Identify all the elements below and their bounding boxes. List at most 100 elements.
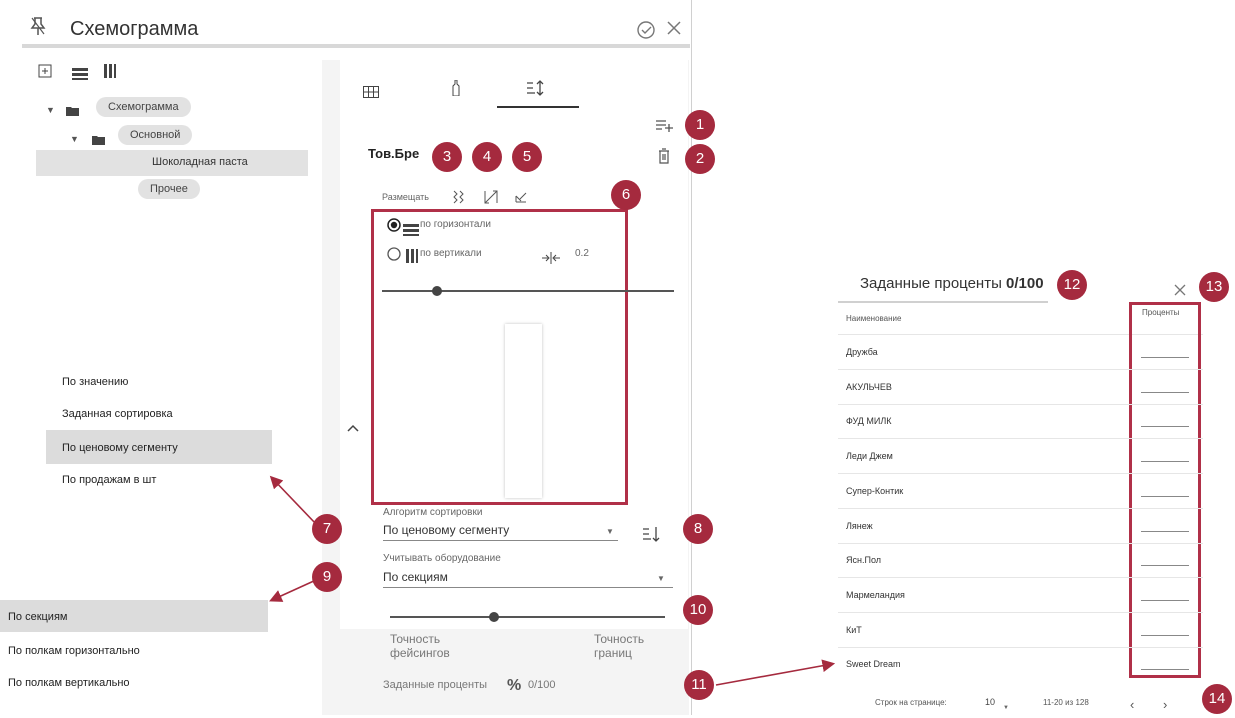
placement-cross-icon[interactable] xyxy=(483,188,499,208)
callout-badge-1: 1 xyxy=(685,110,715,140)
check-circle-icon[interactable] xyxy=(636,20,656,44)
sort-algo-label: Алгоритм сортировки xyxy=(383,507,483,518)
sort-menu-item[interactable]: По продажам в шт xyxy=(62,474,156,486)
chevron-right-icon[interactable]: › xyxy=(1163,695,1167,715)
table-row-divider xyxy=(838,404,1203,405)
radio-horizontal-label: по горизонтали xyxy=(420,219,491,230)
pct-input[interactable] xyxy=(1141,531,1189,532)
callout-badge-7: 7 xyxy=(312,514,342,544)
accuracy-slider-knob[interactable] xyxy=(489,612,499,622)
tree-node[interactable]: Основной xyxy=(118,125,193,145)
equip-menu-item[interactable]: По секциям xyxy=(8,611,67,623)
rows-icon xyxy=(403,220,419,240)
tree-node[interactable]: Прочее xyxy=(138,179,200,199)
active-tab-indicator xyxy=(497,106,579,108)
table-row-divider xyxy=(838,612,1203,613)
folder-icon xyxy=(66,100,79,120)
callout-badge-10: 10 xyxy=(683,595,713,625)
table-row-name: Леди Джем xyxy=(846,451,893,461)
close-icon[interactable] xyxy=(1174,280,1186,300)
table-row-name: Супер-Контик xyxy=(846,486,904,496)
bottle-icon[interactable] xyxy=(452,79,460,100)
equip-underline xyxy=(383,587,673,588)
pct-value: 0/100 xyxy=(528,679,556,691)
add-box-icon[interactable] xyxy=(38,62,52,82)
dropdown-arrow-icon[interactable]: ▼ xyxy=(1003,698,1009,718)
pct-input[interactable] xyxy=(1141,669,1189,670)
dialog-title: Заданные проценты 0/100 xyxy=(860,275,1044,292)
callout-badge-3: 3 xyxy=(432,142,462,172)
table-row-divider xyxy=(838,369,1203,370)
placement-return-icon[interactable] xyxy=(514,188,528,208)
sort-menu-item[interactable]: По ценовому сегменту xyxy=(62,442,178,454)
equip-menu-item[interactable]: По полкам горизонтально xyxy=(8,645,140,657)
equip-value[interactable]: По секциям xyxy=(383,570,448,584)
table-row-divider xyxy=(838,508,1203,509)
gap-value: 0.2 xyxy=(575,248,589,259)
rows-per-page-select[interactable]: 10 xyxy=(985,697,995,707)
pct-input[interactable] xyxy=(1141,600,1189,601)
table-row-name: Ясн.Пол xyxy=(846,555,881,565)
pct-input[interactable] xyxy=(1141,635,1189,636)
rows-icon[interactable] xyxy=(72,64,88,84)
dropdown-arrow-icon[interactable]: ▼ xyxy=(606,522,614,542)
sort-menu-item[interactable]: Заданная сортировка xyxy=(62,408,173,420)
pin-icon[interactable] xyxy=(30,16,46,40)
close-icon[interactable] xyxy=(666,20,682,40)
grid-icon[interactable] xyxy=(363,82,379,102)
sort-algo-value[interactable]: По ценовому сегменту xyxy=(383,523,509,537)
radio-vertical-label: по вертикали xyxy=(420,248,482,259)
placement-zigzag-icon[interactable] xyxy=(452,188,466,208)
table-row-name: ФУД МИЛК xyxy=(846,416,892,426)
callout-badge-14: 14 xyxy=(1202,684,1232,714)
tree-node[interactable]: Схемограмма xyxy=(96,97,191,117)
equip-menu-item[interactable]: По полкам вертикально xyxy=(8,677,130,689)
table-row-divider xyxy=(838,473,1203,474)
callout-badge-5: 5 xyxy=(512,142,542,172)
sort-menu-item[interactable]: По значению xyxy=(62,376,128,388)
chevron-up-icon[interactable] xyxy=(347,416,359,436)
header-divider xyxy=(22,44,690,48)
table-row-name: Лянеж xyxy=(846,521,873,531)
callout-badge-2: 2 xyxy=(685,144,715,174)
sort-icon[interactable] xyxy=(527,80,545,100)
delete-icon[interactable] xyxy=(658,148,670,168)
pct-column-highlight-box xyxy=(1129,302,1201,678)
radio-horizontal[interactable] xyxy=(387,218,401,237)
add-list-icon[interactable] xyxy=(656,116,674,136)
pct-input[interactable] xyxy=(1141,496,1189,497)
sort-order-icon[interactable] xyxy=(643,526,661,546)
equip-label: Учитывать оборудование xyxy=(383,553,501,564)
table-row-name: Дружба xyxy=(846,347,878,357)
radio-vertical[interactable] xyxy=(387,247,401,266)
callout-badge-6: 6 xyxy=(611,180,641,210)
table-row-name: Мармеландия xyxy=(846,590,905,600)
col-name-header: Наименование xyxy=(846,314,902,323)
pct-label: Заданные проценты xyxy=(383,679,488,691)
accuracy-bounds-label: Точность границ xyxy=(594,632,645,660)
percent-icon[interactable]: % xyxy=(507,676,521,696)
pct-input[interactable] xyxy=(1141,461,1189,462)
pct-input[interactable] xyxy=(1141,426,1189,427)
pct-input[interactable] xyxy=(1141,392,1189,393)
columns-icon[interactable] xyxy=(104,62,116,82)
placement-slider-knob[interactable] xyxy=(432,286,442,296)
accuracy-slider-track xyxy=(390,616,665,618)
chevron-left-icon[interactable]: ‹ xyxy=(1130,695,1134,715)
dialog-count: 0/100 xyxy=(1006,275,1044,292)
place-label: Размещать xyxy=(382,192,429,202)
table-row-name: КиТ xyxy=(846,625,862,635)
dropdown-arrow-icon[interactable]: ▼ xyxy=(657,569,665,589)
pct-input[interactable] xyxy=(1141,565,1189,566)
expand-arrow-icon[interactable]: ▼ xyxy=(70,129,79,149)
table-row-divider xyxy=(838,438,1203,439)
table-row-divider xyxy=(838,647,1203,648)
table-row-divider xyxy=(838,577,1203,578)
table-row-name: Sweet Dream xyxy=(846,659,901,669)
product-label: Тов.Бре xyxy=(368,146,420,161)
callout-badge-13: 13 xyxy=(1199,272,1229,302)
pct-input[interactable] xyxy=(1141,357,1189,358)
expand-arrow-icon[interactable]: ▼ xyxy=(46,100,55,120)
shelf-preview xyxy=(505,324,542,498)
pagination-range: 11-20 из 128 xyxy=(1043,698,1089,707)
